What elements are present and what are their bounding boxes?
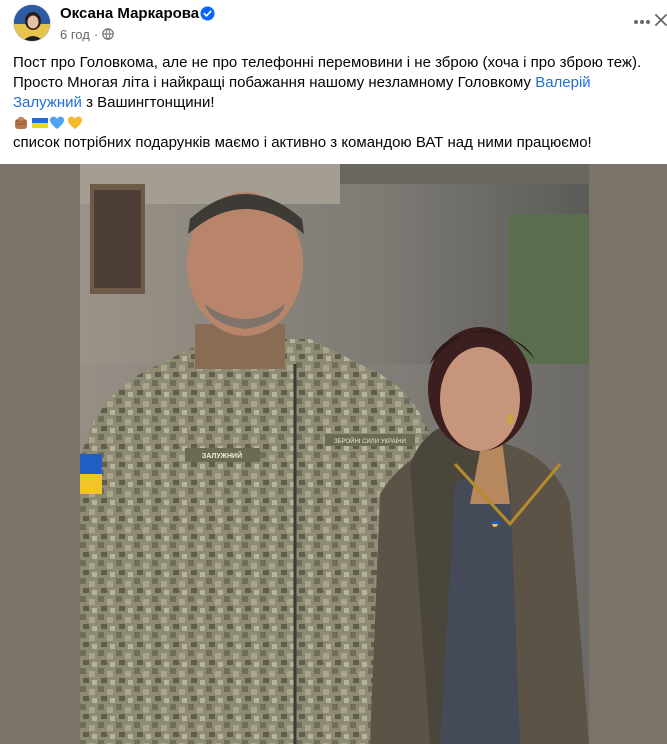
post-text-line-3-text: з Вашингтонщини! bbox=[81, 94, 215, 111]
post-text-line-2-text: Просто Многая літа і найкращі побажання … bbox=[13, 74, 536, 91]
photo-container[interactable]: ЗАЛУЖНИЙ ЗБРОЙНІ СИЛИ УКРАЇНИ bbox=[0, 164, 667, 744]
yellow-heart-icon bbox=[67, 115, 83, 131]
post-photo[interactable]: ЗАЛУЖНИЙ ЗБРОЙНІ СИЛИ УКРАЇНИ bbox=[80, 164, 589, 744]
post-meta: 6 год · bbox=[60, 26, 114, 42]
verified-badge-icon bbox=[200, 6, 215, 21]
blue-heart-icon bbox=[49, 115, 65, 131]
facebook-post: Оксана Маркарова 6 год · Пост про Головк… bbox=[0, 0, 667, 744]
mention-link-last-name[interactable]: Залужний bbox=[13, 94, 82, 111]
fist-emoji-icon bbox=[13, 115, 29, 131]
meta-separator: · bbox=[93, 26, 99, 42]
emoji-row bbox=[13, 113, 658, 133]
post-text-line-4: список потрібних подарунків маємо і акти… bbox=[13, 134, 592, 151]
ukraine-flag-icon bbox=[31, 115, 48, 131]
close-icon[interactable] bbox=[654, 10, 667, 30]
avatar[interactable] bbox=[13, 4, 51, 42]
author-name[interactable]: Оксана Маркарова bbox=[60, 5, 199, 22]
post-header: Оксана Маркарова 6 год · bbox=[0, 0, 667, 46]
photo-illustration: ЗАЛУЖНИЙ ЗБРОЙНІ СИЛИ УКРАЇНИ bbox=[80, 164, 589, 744]
name-patch-text: ЗАЛУЖНИЙ bbox=[202, 451, 242, 460]
mention-link-first-name[interactable]: Валерій bbox=[535, 74, 591, 91]
post-timestamp[interactable]: 6 год bbox=[60, 27, 90, 42]
unit-patch-text: ЗБРОЙНІ СИЛИ УКРАЇНИ bbox=[334, 437, 406, 445]
post-text-line-3: Залужний з Вашингтонщини! bbox=[13, 93, 658, 113]
post-text: Пост про Головкома, але не про телефонні… bbox=[13, 53, 658, 153]
post-text-line-2: Просто Многая літа і найкращі побажання … bbox=[13, 73, 658, 93]
post-text-line-1: Пост про Головкома, але не про телефонні… bbox=[13, 54, 642, 71]
globe-icon[interactable] bbox=[102, 28, 114, 40]
